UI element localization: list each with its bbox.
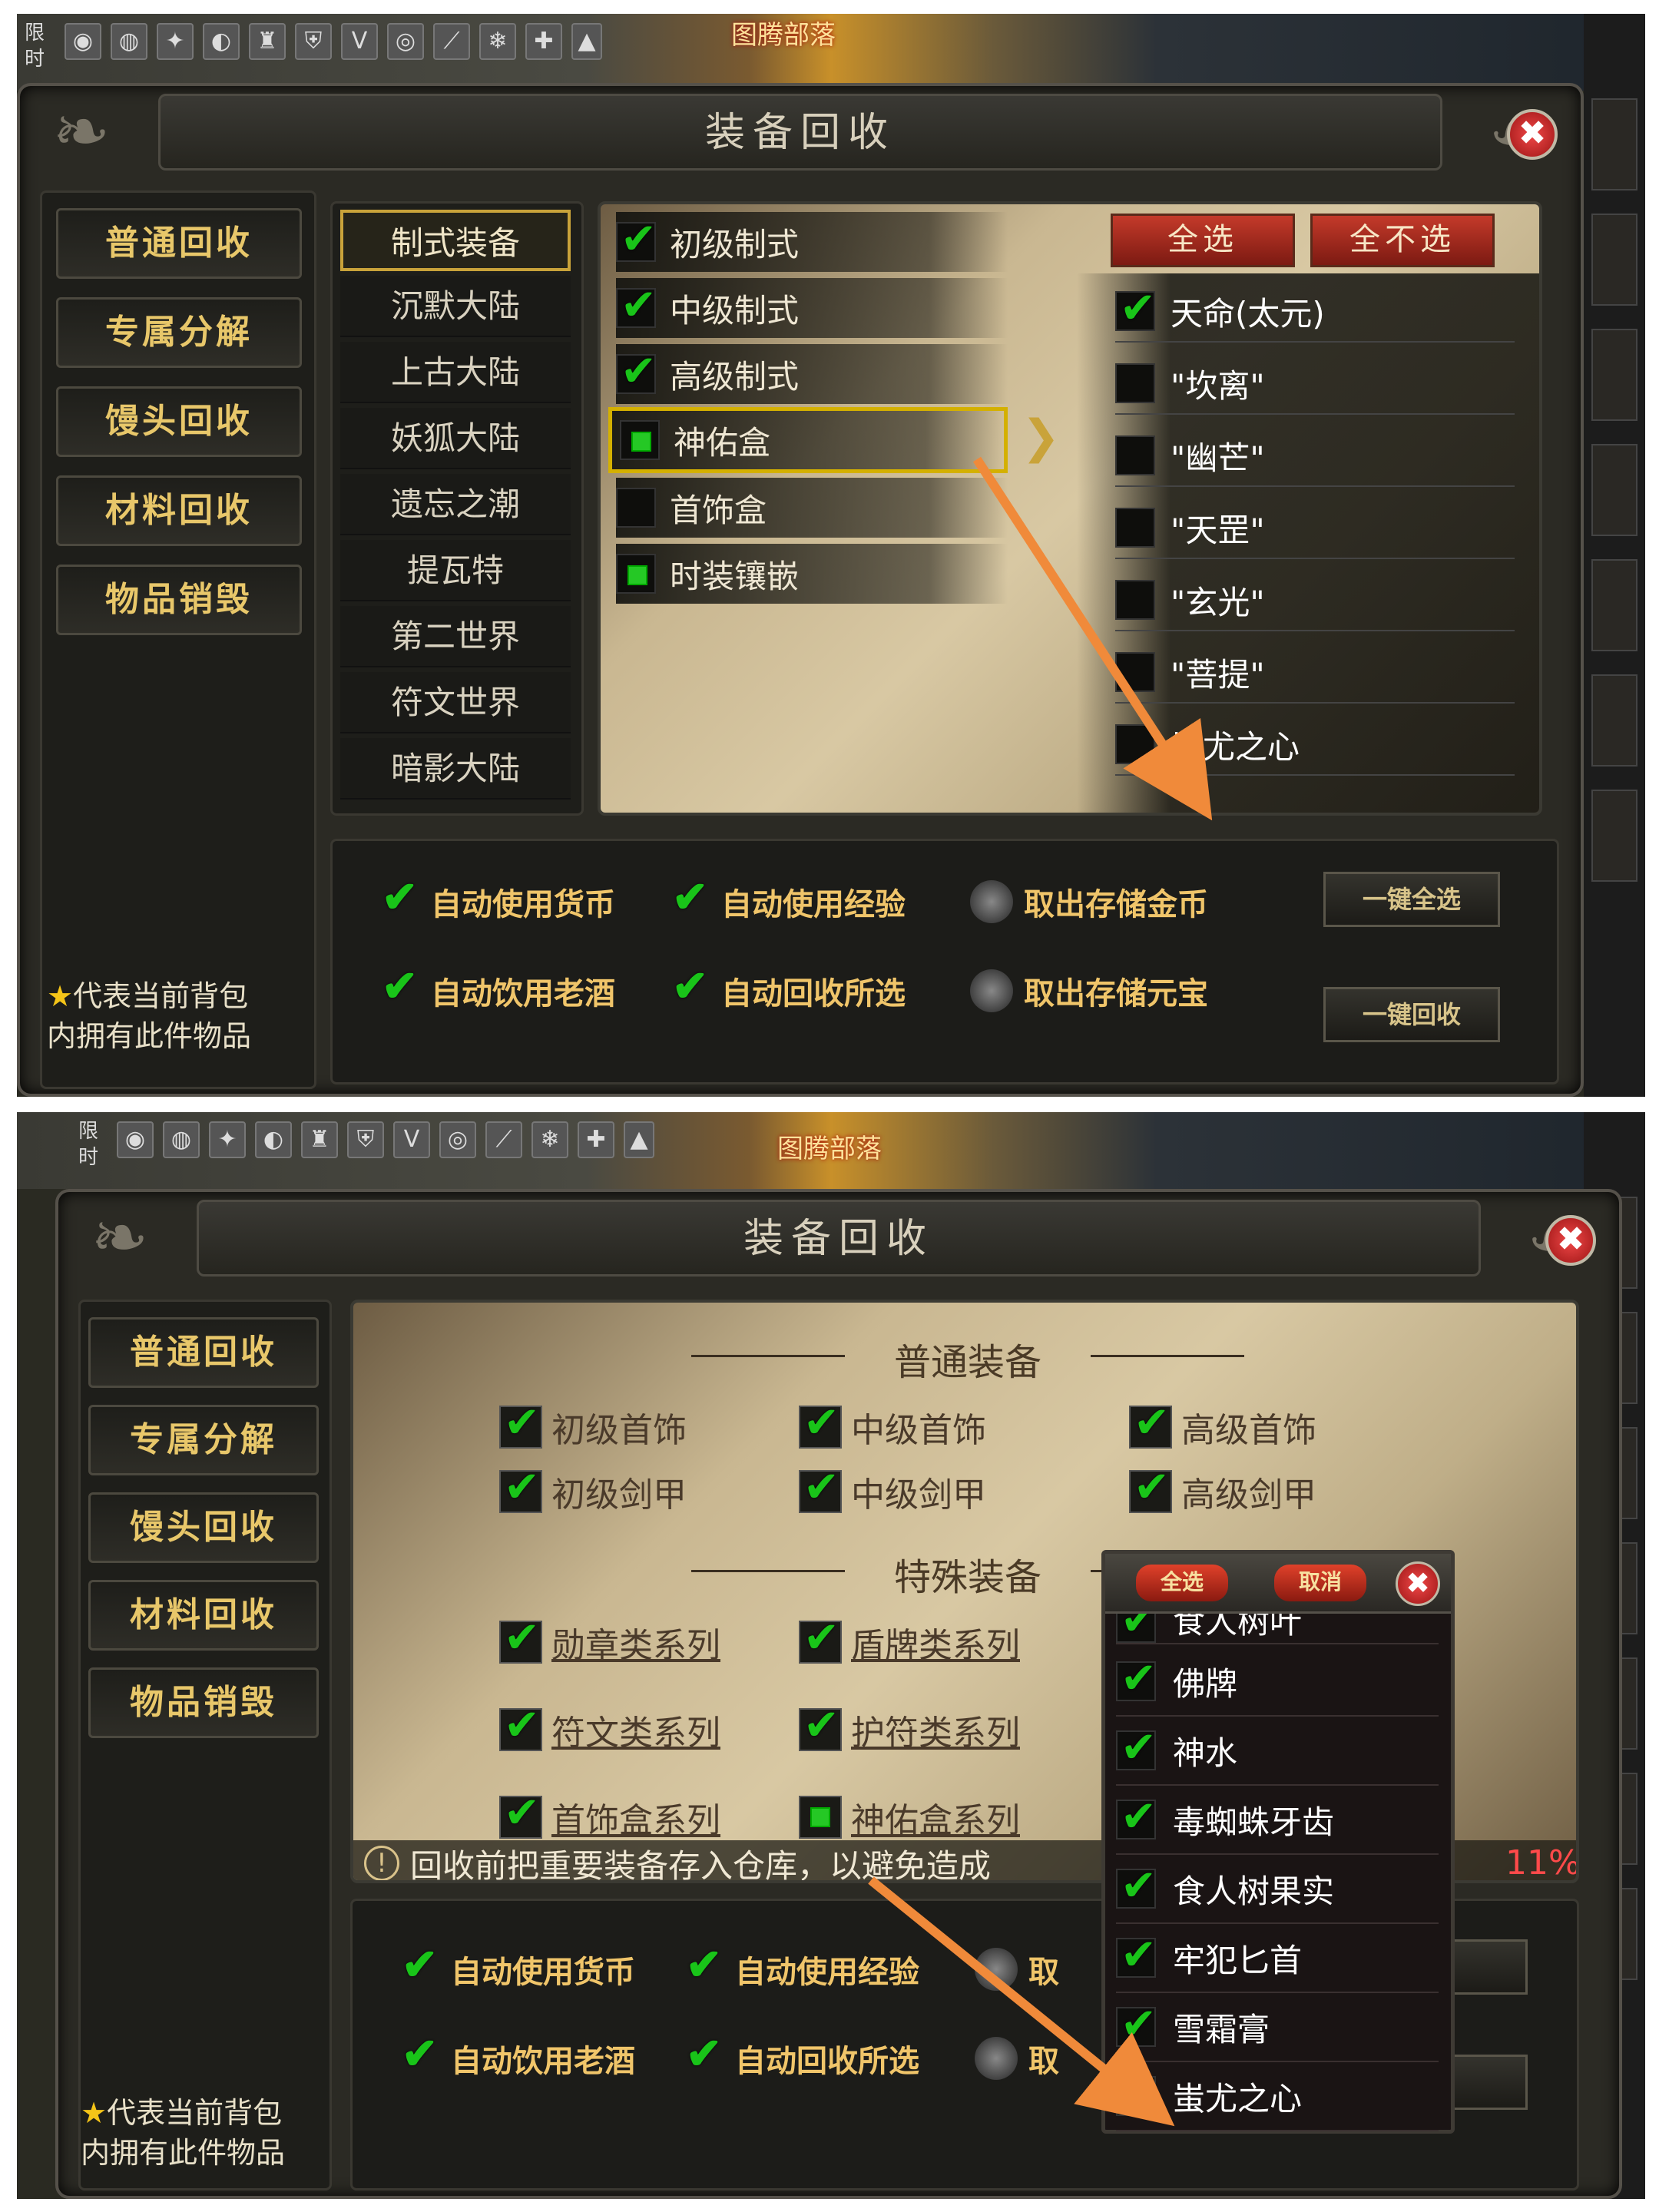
recycle-window-top: 限时 ◉ ◍ ✦ ◐ ♜ ⛨ V ◎ ⟋ ❄ ✚ ▲ 图腾部落 ❧ ☙ 装备回收…: [17, 14, 1645, 1097]
annotation-arrow: [868, 1876, 1175, 2127]
recycle-window-bottom: 限时 ◉ ◍ ✦ ◐ ♜ ⛨ V ◎ ⟋ ❄ ✚ ▲ 图腾部落 ❧ ☙ 装备回收…: [17, 1112, 1645, 2199]
annotation-arrow: [972, 456, 1213, 821]
